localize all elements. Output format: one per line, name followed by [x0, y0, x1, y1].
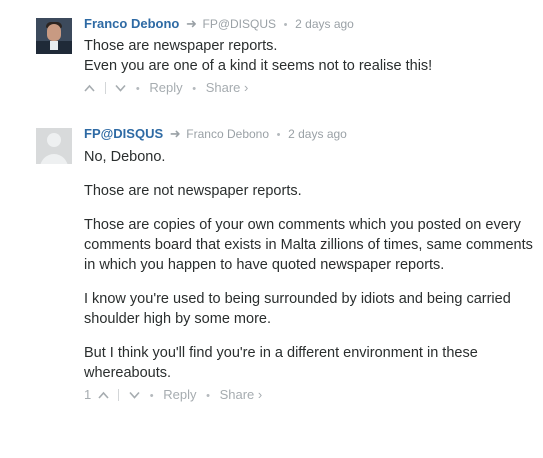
comment-footer: • Reply • Share › — [84, 80, 535, 97]
default-user-avatar-icon[interactable] — [36, 128, 72, 164]
separator-dot: • — [149, 390, 154, 402]
reply-arrow-icon: ➜ — [169, 126, 181, 141]
separator-dot: • — [283, 19, 288, 31]
vote-divider — [104, 82, 106, 94]
separator-dot: • — [206, 390, 210, 402]
comment-header: FP@DISQUS ➜ Franco Debono • 2 days ago — [84, 126, 535, 143]
author-name[interactable]: Franco Debono — [84, 16, 179, 31]
reply-button[interactable]: Reply — [149, 80, 182, 95]
author-name[interactable]: FP@DISQUS — [84, 126, 163, 141]
comment-paragraph: I know you're used to being surrounded b… — [84, 291, 511, 327]
comment: FP@DISQUS ➜ Franco Debono • 2 days ago N… — [36, 126, 535, 404]
separator-dot: • — [135, 83, 140, 95]
share-button[interactable]: Share › — [220, 387, 263, 402]
comment-header: Franco Debono ➜ FP@DISQUS • 2 days ago — [84, 16, 535, 33]
reply-arrow-icon: ➜ — [185, 16, 197, 31]
comment-paragraph: No, Debono. — [84, 149, 166, 165]
comment-text-line: Those are newspaper reports. — [84, 38, 278, 54]
comment-paragraph: Those are not newspaper reports. — [84, 183, 302, 199]
user-avatar-photo-icon[interactable] — [36, 18, 72, 54]
upvote-count: 1 — [84, 387, 92, 402]
timestamp-link[interactable]: 2 days ago — [288, 127, 347, 141]
comment-body: Those are newspaper reports. Even you ar… — [84, 36, 535, 76]
upvote-icon[interactable] — [84, 80, 95, 96]
comment-footer: 1 • Reply • Share › — [84, 387, 535, 404]
separator-dot: • — [276, 129, 281, 141]
downvote-icon[interactable] — [115, 80, 126, 96]
share-button[interactable]: Share › — [206, 80, 249, 95]
parent-author-link[interactable]: FP@DISQUS — [203, 17, 277, 31]
comment: Franco Debono ➜ FP@DISQUS • 2 days ago T… — [36, 16, 535, 97]
vote-divider — [118, 389, 120, 401]
parent-author-link[interactable]: Franco Debono — [186, 127, 269, 141]
reply-button[interactable]: Reply — [163, 387, 196, 402]
separator-dot: • — [192, 83, 197, 95]
downvote-icon[interactable] — [129, 387, 140, 403]
comment-text-line: Even you are one of a kind it seems not … — [84, 58, 433, 74]
comment-paragraph: Those are copies of your own comments wh… — [84, 217, 533, 273]
timestamp-link[interactable]: 2 days ago — [295, 17, 354, 31]
comment-body: No, Debono. Those are not newspaper repo… — [84, 147, 535, 383]
upvote-icon[interactable] — [98, 387, 109, 403]
comment-paragraph: But I think you'll find you're in a diff… — [84, 345, 478, 381]
